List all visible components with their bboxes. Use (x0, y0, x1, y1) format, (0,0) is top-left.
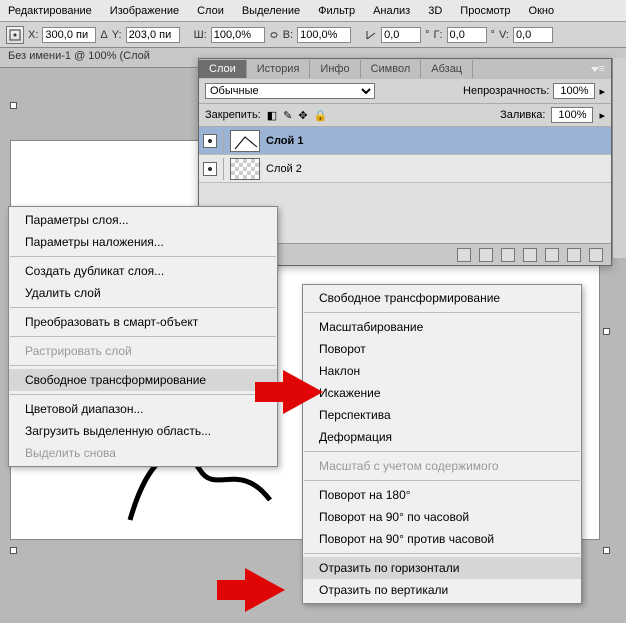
menu-item[interactable]: Искажение (303, 382, 581, 404)
menu-item: Выделить снова (9, 442, 277, 464)
visibility-icon[interactable] (203, 134, 217, 148)
opacity-label: Непрозрачность: (463, 85, 549, 97)
layer-name: Слой 2 (266, 163, 302, 175)
fill-field[interactable]: 100% (551, 107, 593, 123)
layer-thumbnail[interactable] (230, 158, 260, 180)
menu-item[interactable]: Поворот на 90° по часовой (303, 506, 581, 528)
transform-handle[interactable] (603, 547, 610, 554)
lock-label: Закрепить: (205, 109, 261, 121)
g-input[interactable] (447, 27, 487, 43)
menu-item[interactable]: Поворот на 180° (303, 484, 581, 506)
x-input[interactable] (42, 27, 96, 43)
menubar: Редактирование Изображение Слои Выделение Фи… (0, 0, 626, 22)
menu-item[interactable]: Поворот (303, 338, 581, 360)
v-input[interactable] (513, 27, 553, 43)
h-input[interactable] (297, 27, 351, 43)
menu-item[interactable]: Наклон (303, 360, 581, 382)
fx-icon[interactable] (479, 248, 493, 262)
menu-3d[interactable]: 3D (428, 5, 442, 17)
fill-flyout-icon[interactable]: ▸ (599, 109, 605, 122)
panel-tab-4[interactable]: Абзац (421, 60, 473, 78)
menu-item[interactable]: Отразить по горизонтали (303, 557, 581, 579)
delete-layer-icon[interactable] (589, 248, 603, 262)
adjustment-icon[interactable] (523, 248, 537, 262)
layer-name: Слой 1 (266, 135, 303, 147)
deg-label2: ° (491, 29, 495, 41)
mask-icon[interactable] (501, 248, 515, 262)
w-label: Ш: (194, 29, 207, 41)
right-dock (612, 58, 626, 258)
opacity-flyout-icon[interactable]: ▸ (599, 85, 605, 98)
y-delta-label: Δ (100, 29, 107, 41)
menu-item[interactable]: Загрузить выделенную область... (9, 420, 277, 442)
layer-row[interactable]: Слой 1 (199, 127, 611, 155)
deg-label: ° (425, 29, 429, 41)
layer-list: Слой 1 Слой 2 (199, 127, 611, 183)
lock-all-icon[interactable]: 🔒 (314, 109, 328, 122)
v-label: V: (499, 29, 509, 41)
layer-context-menu: Параметры слоя...Параметры наложения... С… (8, 206, 278, 467)
lock-position-icon[interactable]: ✥ (298, 109, 307, 122)
visibility-icon[interactable] (203, 162, 217, 176)
menu-item[interactable]: Преобразовать в смарт-объект (9, 311, 277, 333)
menu-item[interactable]: Перспектива (303, 404, 581, 426)
menu-item[interactable]: Цветовой диапазон... (9, 398, 277, 420)
menu-просмотр[interactable]: Просмотр (460, 5, 510, 17)
h-label: В: (283, 29, 293, 41)
menu-редактирование[interactable]: Редактирование (8, 5, 92, 17)
menu-окно[interactable]: Окно (529, 5, 555, 17)
blend-mode-select[interactable]: Обычные (205, 83, 375, 99)
menu-item[interactable]: Свободное трансформирование (9, 369, 277, 391)
angle-input[interactable] (381, 27, 421, 43)
group-icon[interactable] (545, 248, 559, 262)
menu-item[interactable]: Создать дубликат слоя... (9, 260, 277, 282)
link-icon[interactable] (269, 30, 279, 40)
menu-item[interactable]: Удалить слой (9, 282, 277, 304)
menu-item[interactable]: Параметры слоя... (9, 209, 277, 231)
menu-выделение[interactable]: Выделение (242, 5, 300, 17)
y-label: Y: (112, 29, 122, 41)
menu-item[interactable]: Параметры наложения... (9, 231, 277, 253)
w-input[interactable] (211, 27, 265, 43)
panel-tabs: СлоиИсторияИнфоСимволАбзац ≡ (199, 59, 611, 79)
options-bar: X: Δ Y: Ш: В: ° Г: ° V: (0, 22, 626, 48)
menu-item[interactable]: Поворот на 90° против часовой (303, 528, 581, 550)
fill-label: Заливка: (500, 109, 545, 121)
panel-tab-1[interactable]: История (247, 60, 311, 78)
reference-point-icon[interactable] (6, 26, 24, 44)
transform-handle[interactable] (10, 102, 17, 109)
new-layer-icon[interactable] (567, 248, 581, 262)
menu-слои[interactable]: Слои (197, 5, 224, 17)
transform-context-menu: Свободное трансформирование Масштабирован… (302, 284, 582, 604)
opacity-field[interactable]: 100% (553, 83, 595, 99)
angle-icon (365, 29, 377, 41)
menu-item: Растрировать слой (9, 340, 277, 362)
layer-thumbnail[interactable] (230, 130, 260, 152)
panel-menu-icon[interactable]: ≡ (585, 63, 611, 75)
menu-item[interactable]: Деформация (303, 426, 581, 448)
menu-item: Масштаб с учетом содержимого (303, 455, 581, 477)
lock-pixels-icon[interactable]: ✎ (283, 109, 292, 122)
y-input[interactable] (126, 27, 180, 43)
transform-handle[interactable] (603, 328, 610, 335)
transform-handle[interactable] (10, 547, 17, 554)
menu-изображение[interactable]: Изображение (110, 5, 179, 17)
menu-item[interactable]: Свободное трансформирование (303, 287, 581, 309)
panel-tab-3[interactable]: Символ (361, 60, 422, 78)
callout-arrow-icon (245, 568, 285, 612)
menu-item[interactable]: Масштабирование (303, 316, 581, 338)
panel-tab-2[interactable]: Инфо (310, 60, 360, 78)
menu-item[interactable]: Отразить по вертикали (303, 579, 581, 601)
menu-анализ[interactable]: Анализ (373, 5, 410, 17)
menu-фильтр[interactable]: Фильтр (318, 5, 355, 17)
x-label: X: (28, 29, 38, 41)
callout-arrow-icon (283, 370, 323, 414)
link-layers-icon[interactable] (457, 248, 471, 262)
lock-transparency-icon[interactable]: ◧ (267, 109, 277, 122)
layer-row[interactable]: Слой 2 (199, 155, 611, 183)
panel-tab-0[interactable]: Слои (199, 60, 247, 78)
g-label: Г: (434, 29, 443, 41)
